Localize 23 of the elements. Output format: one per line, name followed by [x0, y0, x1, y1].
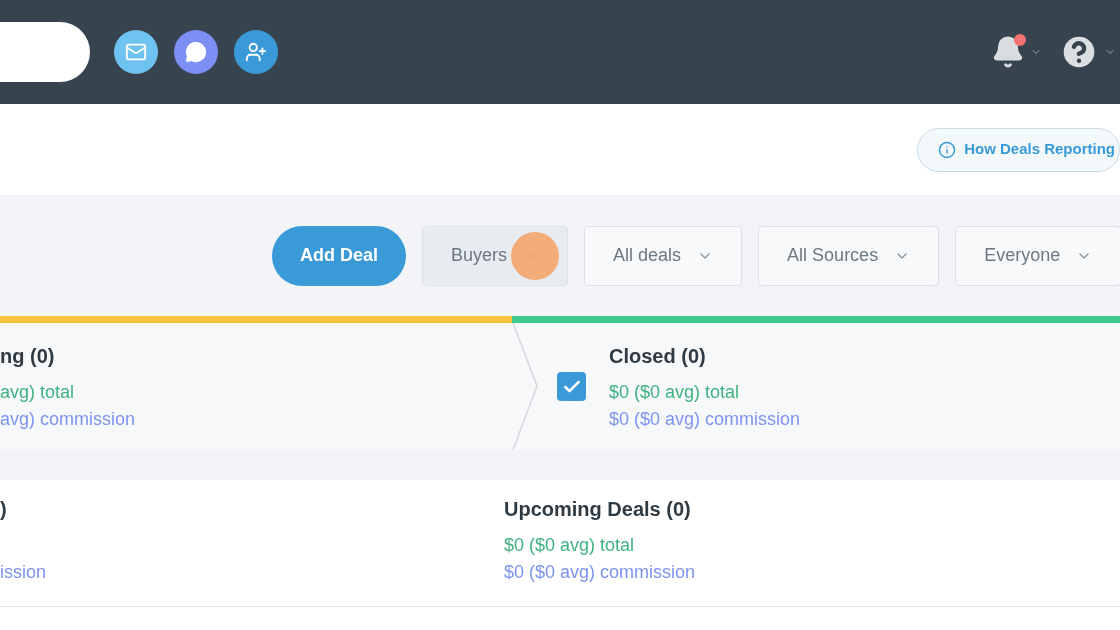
filter-dropdown[interactable]: All deals [584, 225, 743, 286]
stage-commission: avg) commission [0, 407, 136, 431]
filter-dropdown[interactable]: All Sources [758, 225, 940, 286]
add-user-icon[interactable] [234, 30, 278, 74]
stage-total: avg) total [0, 380, 76, 404]
filter-dropdown[interactable]: Everyone [955, 225, 1120, 286]
info-icon [938, 140, 957, 159]
chat-icon[interactable] [174, 30, 218, 74]
mail-icon[interactable] [114, 30, 158, 74]
info-button[interactable]: How Deals Reporting [917, 127, 1120, 172]
stage-title: ng (0) [0, 343, 56, 369]
add-deal-button[interactable]: Add Deal [272, 225, 406, 286]
filter-dropdown[interactable]: Buyers [422, 225, 569, 286]
summary-title: ) [0, 497, 8, 522]
summary-title: Upcoming Deals (0) [504, 497, 692, 522]
stage-total: $0 ($0 avg) total [609, 380, 741, 404]
stage-title: Closed (0) [609, 343, 707, 369]
search-field[interactable] [0, 22, 90, 82]
summary-total: $0 ($0 avg) total [504, 534, 636, 557]
stage-commission: $0 ($0 avg) commission [609, 407, 801, 431]
summary-commission: $0 ($0 avg) commission [504, 561, 697, 584]
checkbox[interactable] [557, 372, 586, 401]
summary-commission: ission [0, 561, 48, 584]
